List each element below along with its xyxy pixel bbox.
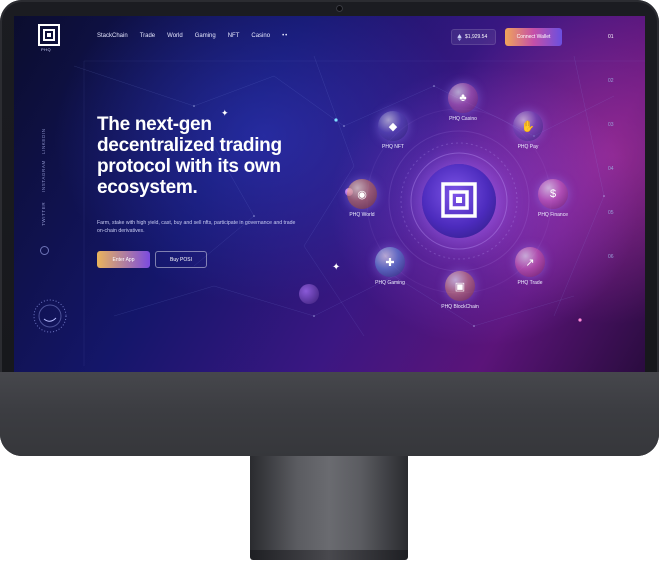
connect-wallet-button[interactable]: Connect Wallet [505,28,562,46]
social-instagram[interactable]: INSTAGRAM [41,160,46,192]
logo-icon[interactable] [38,24,60,46]
node-label: PHQ Pay [517,144,539,150]
page-indicator-4[interactable]: 04 [608,166,614,172]
nav-item-casino[interactable]: Casino [251,33,270,39]
node-gaming[interactable]: ✚ PHQ Gaming [360,247,420,286]
hero-subtext: Farm, stake with high yield, cast, buy a… [97,220,296,234]
nft-icon: ◆ [388,120,398,133]
node-finance[interactable]: $ PHQ Finance [523,179,583,218]
camera-dot [336,5,343,12]
node-trade[interactable]: ↗ PHQ Trade [500,247,560,286]
nav-more-button[interactable]: •• [282,33,288,39]
nav-item-world[interactable]: World [167,33,183,39]
node-nft[interactable]: ◆ PHQ NFT [363,111,423,150]
planet-decor [299,284,319,304]
token-price: $1,929.54 [465,34,488,40]
page-indicator-3[interactable]: 03 [608,122,614,128]
casino-icon: ♣ [459,92,467,104]
nav-item-gaming[interactable]: Gaming [195,33,216,39]
social-twitter[interactable]: TWITTER [41,202,46,226]
nav-item-stackchain[interactable]: StackChain [97,33,128,39]
node-label: PHQ Trade [517,280,543,286]
logo-text: PHQ [41,47,52,52]
monitor-stand [250,456,408,556]
gaming-icon: ✚ [385,256,395,269]
nav-item-nft[interactable]: NFT [228,33,240,39]
node-label: PHQ BlockChain [441,304,479,310]
buy-posi-button[interactable]: Buy POSI [155,251,207,268]
node-label: PHQ Gaming [375,280,405,286]
node-label: PHQ NFT [382,144,404,150]
monitor-chin [0,372,659,456]
page-indicator-5[interactable]: 05 [608,210,614,216]
monitor-frame: PHQ StackChain Trade World Gaming NFT Ca… [0,0,659,456]
social-linkedin[interactable]: LINKEDIN [41,128,46,154]
app-screen: PHQ StackChain Trade World Gaming NFT Ca… [14,16,645,372]
pay-icon: ✋ [521,120,535,133]
page-indicator-2[interactable]: 02 [608,78,614,84]
node-label: PHQ World [349,212,375,218]
node-blockchain[interactable]: ▣ PHQ BlockChain [430,271,490,310]
finance-icon: $ [549,188,557,200]
node-casino[interactable]: ♣ PHQ Casino [433,83,493,122]
node-label: PHQ Casino [449,116,477,122]
node-world[interactable]: ◉ PHQ World [332,179,392,218]
dial-icon [33,299,67,333]
page-indicator-1[interactable]: 01 [608,34,614,40]
sparkle-icon: ✦ [332,262,341,273]
sparkle-icon: ✦ [221,108,229,118]
hero-headline: The next-gen decentralized trading proto… [97,114,282,198]
top-nav: StackChain Trade World Gaming NFT Casino… [97,33,288,39]
monitor-stand-base [250,550,408,560]
enter-app-button[interactable]: Enter App [97,251,150,268]
page-indicator-6[interactable]: 06 [608,254,614,260]
nav-item-trade[interactable]: Trade [140,33,155,39]
trade-icon: ↗ [525,256,535,269]
blockchain-icon: ▣ [454,280,466,293]
hub-logo-icon [441,182,477,218]
social-small-icon[interactable] [40,246,49,255]
eth-icon [457,33,462,41]
world-icon: ◉ [357,188,367,201]
node-pay[interactable]: ✋ PHQ Pay [498,111,558,150]
token-price-badge[interactable]: $1,929.54 [451,29,496,45]
node-label: PHQ Finance [537,212,568,218]
